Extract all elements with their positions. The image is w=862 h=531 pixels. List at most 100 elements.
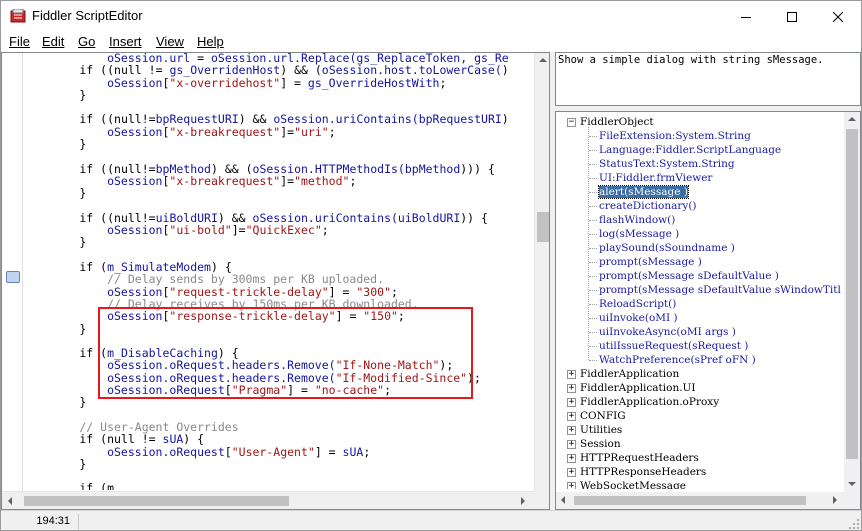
scroll-left-icon[interactable] (561, 496, 565, 504)
tree-connector (589, 304, 597, 305)
code-line[interactable]: } (24, 138, 534, 150)
tree-node-member[interactable]: FileExtension:System.String (599, 129, 751, 143)
class-tree[interactable]: − FiddlerObject FileExtension:System.Strin… (556, 115, 844, 489)
title-bar[interactable]: Fiddler ScriptEditor (1, 1, 861, 32)
expand-icon[interactable]: + (567, 412, 576, 421)
tree-node-label: FiddlerObject (580, 116, 654, 128)
tree-node-member[interactable]: prompt(sMessage sDefaultValue ) (599, 269, 779, 283)
code-line[interactable]: if (m_ (24, 482, 534, 490)
tree-node-member[interactable]: WatchPreference(sPref oFN ) (599, 353, 756, 367)
expand-icon[interactable]: + (567, 454, 576, 463)
menu-help-label: Help (197, 34, 224, 49)
tree-node-member[interactable]: uiInvoke(oMI ) (599, 311, 678, 325)
scroll-up-icon[interactable] (539, 58, 547, 62)
menu-edit[interactable]: Edit (42, 34, 64, 50)
tree-node-collapsed[interactable]: FiddlerApplication.oProxy (580, 395, 719, 409)
tree-node-member[interactable]: prompt(sMessage ) (599, 255, 702, 269)
tree-node-member[interactable]: flashWindow() (599, 213, 675, 227)
code-token: ))) { (460, 161, 495, 176)
tree-node-member[interactable]: log(sMessage ) (599, 227, 679, 241)
scroll-down-icon[interactable] (848, 482, 856, 486)
scrollbar-corner (534, 491, 549, 509)
tree-node-collapsed[interactable]: CONFIG (580, 409, 626, 423)
code-line[interactable]: } (24, 236, 534, 248)
maximize-button[interactable] (769, 1, 815, 32)
tree-node-member[interactable]: StatusText:System.String (599, 157, 735, 171)
tree-connector (589, 136, 597, 137)
code-editor[interactable]: oSession.url = oSession.url.Replace(gs_R… (1, 52, 550, 510)
code-token: ]= (231, 223, 246, 238)
tree-node-member[interactable]: uiInvokeAsync(oMI args ) (599, 325, 736, 339)
code-line[interactable]: oSession["ui-bold"]="QuickExec"; (24, 224, 534, 236)
code-token: "uri" (294, 124, 329, 139)
class-explorer[interactable]: − FiddlerObject FileExtension:System.Strin… (555, 111, 861, 510)
code-token: ; (321, 223, 329, 238)
tree-node-collapsed[interactable]: FiddlerApplication (580, 367, 679, 381)
scroll-left-icon[interactable] (8, 497, 12, 505)
code-line[interactable]: } (24, 187, 534, 199)
tree-node-selected[interactable]: alert(sMessage ) (598, 185, 689, 199)
scroll-up-icon[interactable] (848, 117, 856, 121)
tree-node-collapsed[interactable]: HTTPRequestHeaders (580, 451, 699, 465)
code-line[interactable]: } (24, 458, 534, 470)
scroll-right-icon[interactable] (521, 497, 525, 505)
tree-node-member[interactable]: playSound(sSoundname ) (599, 241, 735, 255)
collapse-icon[interactable]: − (567, 118, 576, 127)
code-line[interactable]: } (24, 89, 534, 101)
code-text[interactable]: oSession.url = oSession.url.Replace(gs_R… (24, 53, 534, 490)
tree-vertical-scroll-thumb[interactable] (846, 129, 858, 459)
resize-grip-icon[interactable] (849, 519, 859, 529)
expand-icon[interactable]: + (567, 384, 576, 393)
menu-insert[interactable]: Insert (109, 34, 142, 50)
code-line[interactable]: oSession["x-breakrequest"]="method"; (24, 175, 534, 187)
close-button[interactable] (815, 1, 861, 32)
bookmark-icon[interactable] (6, 271, 20, 283)
tree-node-member[interactable]: prompt(sMessage sDefaultValue sWindowTit… (599, 283, 841, 297)
tree-connector (589, 150, 597, 151)
expand-icon[interactable]: + (567, 370, 576, 379)
code-line[interactable]: oSession["x-breakrequest"]="uri"; (24, 126, 534, 138)
minimize-button[interactable] (723, 1, 769, 32)
code-token: "method" (294, 173, 350, 188)
tree-node-member[interactable]: ReloadScript() (599, 297, 676, 311)
tree-horizontal-scrollbar[interactable] (556, 492, 844, 509)
tree-node-label: log(sMessage ) (599, 228, 680, 240)
tree-vertical-scrollbar[interactable] (844, 112, 860, 492)
expand-icon[interactable]: + (567, 468, 576, 477)
tree-node-member[interactable]: createDictionary() (599, 199, 697, 213)
tree-node-label: prompt(sMessage ) (599, 256, 702, 268)
expand-icon[interactable]: + (567, 426, 576, 435)
tree-node-member[interactable]: Language:Fiddler.ScriptLanguage (599, 143, 781, 157)
code-vertical-scrollbar[interactable] (534, 53, 549, 491)
code-token: } (24, 137, 87, 152)
tree-node-collapsed[interactable]: HTTPResponseHeaders (580, 465, 706, 479)
tree-node-collapsed[interactable]: FiddlerApplication.UI (580, 381, 696, 395)
tree-node-collapsed[interactable]: Session (580, 437, 621, 451)
tree-node-fiddlerobject[interactable]: FiddlerObject (580, 115, 654, 129)
expand-icon[interactable]: + (567, 398, 576, 407)
menu-help[interactable]: Help (197, 34, 224, 50)
code-line[interactable]: oSession["x-overridehost"] = gs_Override… (24, 76, 534, 89)
menu-view[interactable]: View (156, 34, 184, 50)
code-vertical-scroll-thumb[interactable] (537, 212, 549, 242)
menu-edit-label: Edit (42, 34, 65, 49)
tree-node-member[interactable]: UI:Fiddler.frmViewer (599, 171, 712, 185)
scroll-right-icon[interactable] (833, 496, 837, 504)
tree-node-collapsed[interactable]: Utilities (580, 423, 622, 437)
expand-icon[interactable]: + (567, 482, 576, 489)
code-horizontal-scrollbar[interactable] (2, 491, 534, 509)
expand-icon[interactable]: + (567, 440, 576, 449)
tree-node-member[interactable]: utilIssueRequest(sRequest ) (599, 339, 748, 353)
tree-node-collapsed[interactable]: WebSocketMessage (580, 479, 686, 489)
tree-connector (589, 276, 597, 277)
tree-horizontal-scroll-thumb[interactable] (574, 496, 806, 505)
tree-node-label: ReloadScript() (599, 298, 677, 310)
code-token: [ (224, 444, 232, 459)
menu-file[interactable]: File (9, 34, 30, 50)
code-token: "QuickExec" (245, 223, 322, 238)
code-line[interactable]: oSession.oRequest["User-Agent"] = sUA; (24, 444, 534, 459)
menu-go[interactable]: Go (78, 34, 95, 50)
editor-gutter[interactable] (2, 53, 23, 491)
code-token: } (24, 456, 87, 471)
code-horizontal-scroll-thumb[interactable] (24, 496, 289, 506)
